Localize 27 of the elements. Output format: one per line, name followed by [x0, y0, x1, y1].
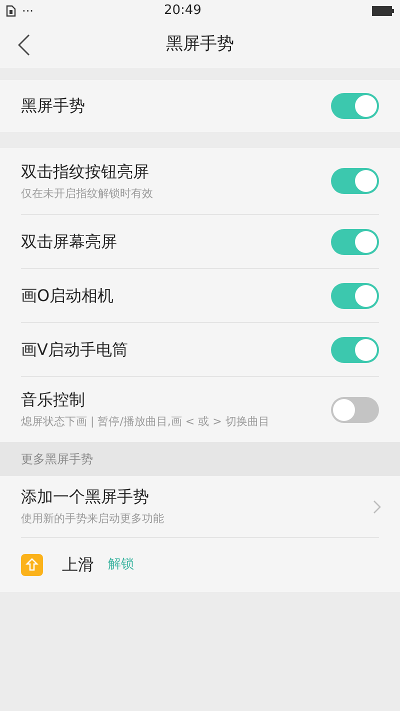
status-time: 20:49	[162, 2, 202, 20]
battery-icon	[372, 6, 394, 16]
toggle-switch[interactable]	[331, 396, 379, 422]
setting-label: 画O启动相机	[21, 284, 114, 306]
setting-description: 仅在未开启指纹解锁时有效	[21, 186, 153, 202]
setting-description: 熄屏状态下画 | 暂停/播放曲目,画 < 或 > 切换曲目	[21, 414, 270, 430]
setting-label: 黑屏手势	[21, 95, 85, 117]
toggle-switch[interactable]	[331, 282, 379, 308]
item-description: 使用新的手势来启动更多功能	[21, 511, 164, 528]
gesture-action: 解锁	[108, 556, 134, 574]
notification-dots: ···	[22, 5, 34, 17]
section-header: 更多黑屏手势	[21, 451, 93, 468]
setting-label: 画V启动手电筒	[21, 338, 128, 360]
chevron-right-icon	[373, 500, 381, 514]
arrow-up-icon	[21, 554, 43, 576]
item-title: 添加一个黑屏手势	[21, 486, 150, 508]
page-title: 黑屏手势	[166, 33, 234, 56]
setting-label: 双击屏幕亮屏	[21, 230, 117, 252]
setting-label: 音乐控制	[21, 389, 86, 412]
setting-label: 双击指纹按钮亮屏	[21, 160, 150, 183]
toggle-switch[interactable]	[331, 168, 379, 194]
toggle-switch[interactable]	[331, 336, 379, 362]
toggle-switch[interactable]	[331, 228, 379, 254]
add-gesture-item[interactable]: 添加一个黑屏手势 使用新的手势来启动更多功能	[21, 476, 379, 538]
toggle-switch[interactable]	[331, 93, 379, 119]
gesture-name: 上滑	[62, 554, 94, 576]
sim-card-icon	[6, 5, 16, 17]
